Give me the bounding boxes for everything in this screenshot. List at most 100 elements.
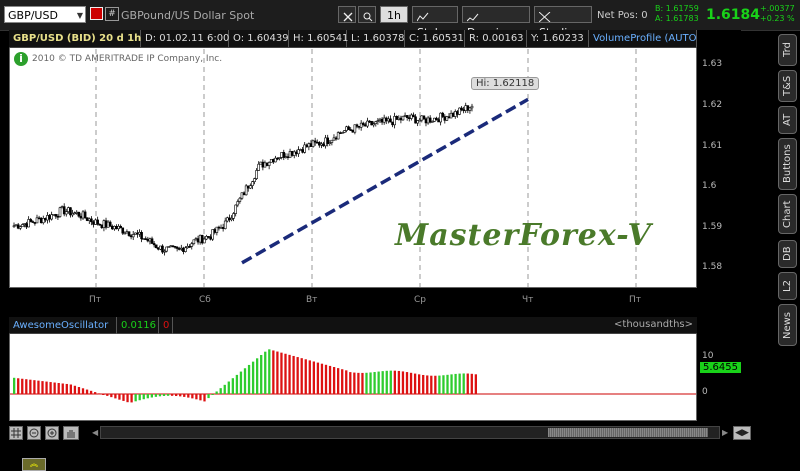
candle (405, 115, 409, 118)
oscillator-bar (345, 370, 348, 394)
candle (407, 117, 411, 119)
candle (297, 149, 300, 155)
info-icon[interactable]: i (14, 52, 28, 66)
candle (290, 151, 294, 156)
candle (240, 192, 244, 199)
candle (305, 144, 309, 148)
oscillator-bar (422, 374, 425, 394)
oscillator-bar (49, 382, 52, 394)
oscillator-bar (118, 394, 121, 400)
time-axis[interactable]: Пт Сб Вт Ср Чт Пт (9, 288, 697, 316)
candle (16, 224, 20, 229)
candle (464, 105, 468, 111)
symbol-input[interactable]: GBP/USD ▼ (4, 6, 86, 23)
oscillator-bar (418, 374, 421, 394)
watermark-text: MasterForex-V (395, 218, 652, 253)
candle (163, 250, 166, 253)
candle (437, 119, 440, 123)
candle (215, 226, 219, 233)
candle (194, 238, 198, 241)
candle (35, 217, 39, 224)
scroll-left-icon[interactable]: ◀ (92, 426, 100, 439)
grid-icon[interactable] (9, 426, 23, 440)
candle (326, 137, 329, 144)
candle (244, 185, 248, 196)
flag-icon[interactable] (90, 7, 103, 20)
tab-active-trader[interactable]: AT (778, 106, 797, 134)
candle (389, 118, 392, 123)
candle (451, 112, 455, 117)
oscillator-info-bar: AwesomeOscillator 0.0116 0 <thousandths> (9, 317, 697, 334)
tab-trade[interactable]: Trd (778, 34, 797, 66)
candle (27, 219, 30, 228)
candle (441, 112, 445, 117)
oscillator-bar (187, 394, 190, 398)
pan-hand-icon[interactable] (63, 426, 79, 440)
drawings-button[interactable]: Drawings (462, 6, 530, 39)
time-tick: Сб (199, 295, 211, 305)
candle (401, 115, 405, 121)
style-button[interactable]: Style (412, 6, 458, 39)
candle (391, 121, 394, 126)
oscillator-bar (280, 352, 283, 394)
oscillator-bar (247, 364, 251, 394)
oscillator-bar (304, 359, 307, 394)
timeframe-button[interactable]: 1h (380, 6, 408, 23)
scroll-right-icon[interactable]: ▶ (722, 426, 730, 439)
price-axis[interactable]: 1.63 1.62 1.61 1.6 1.59 1.58 (697, 30, 741, 288)
time-tick: Пт (629, 295, 642, 305)
candle (217, 226, 221, 229)
candle (203, 238, 206, 244)
hash-icon[interactable]: # (105, 7, 119, 21)
tab-db[interactable]: DB (778, 240, 797, 268)
oscillator-bar (102, 394, 105, 395)
tab-time-and-sales[interactable]: T&S (778, 70, 797, 102)
oscillator-bar (385, 370, 388, 394)
candle (148, 238, 152, 242)
candle (255, 170, 258, 179)
oscillator-bar (251, 361, 255, 394)
studies-button[interactable]: Studies (534, 6, 592, 39)
oscillator-axis: 10 5.6455 0 (697, 317, 741, 421)
horizontal-scrollbar[interactable] (100, 426, 720, 439)
candle (106, 221, 110, 228)
candle (75, 211, 79, 214)
zoom-out-icon[interactable] (27, 426, 41, 440)
candle (140, 232, 143, 240)
candle (169, 245, 173, 248)
volume-profile-study[interactable]: VolumeProfile (AUTO... (589, 30, 706, 47)
tab-chart[interactable]: Chart (778, 194, 797, 234)
chevron-down-icon[interactable]: ▼ (77, 7, 83, 24)
candle (98, 223, 102, 226)
oscillator-name[interactable]: AwesomeOscillator (9, 317, 117, 334)
oscillator-bar (409, 372, 413, 394)
candle (213, 229, 217, 233)
candle (458, 107, 461, 115)
tab-news[interactable]: News (778, 304, 797, 346)
candle (123, 232, 127, 235)
tab-buttons[interactable]: Buttons (778, 138, 797, 190)
candle (267, 162, 271, 166)
zoom-button[interactable] (358, 6, 376, 23)
expand-icon[interactable]: ◀▶ (733, 426, 751, 440)
candle (439, 112, 442, 123)
oscillator-bar (146, 394, 149, 399)
candle (311, 140, 315, 147)
candle (207, 236, 210, 238)
oscillator-bar (320, 363, 324, 394)
candle (58, 207, 62, 217)
oscillator-bar (397, 370, 401, 394)
zoom-in-icon[interactable] (45, 426, 59, 440)
candle (117, 225, 120, 230)
scrollbar-thumb[interactable] (548, 428, 708, 437)
oscillator-bar (446, 374, 449, 394)
candle (347, 126, 350, 130)
collapse-icon[interactable]: ︽ (22, 458, 46, 471)
crosshair-tool-button[interactable] (338, 6, 356, 23)
price-tick: 1.61 (702, 141, 723, 151)
candle (397, 117, 401, 120)
candle (263, 162, 267, 168)
candle (177, 248, 181, 250)
osc-tick: 10 (702, 351, 714, 361)
tab-level-2[interactable]: L2 (778, 272, 797, 300)
